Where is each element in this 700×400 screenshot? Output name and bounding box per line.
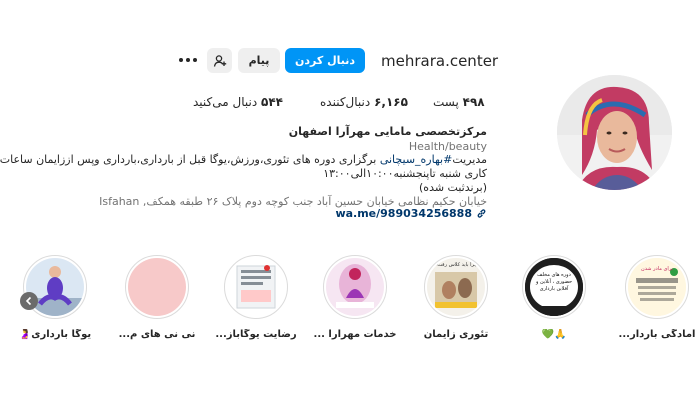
highlight-ring: دوره های مخلف حضوری ، آنلاین و آفلاین با… (522, 255, 586, 319)
profile-avatar[interactable] (557, 75, 672, 190)
posts-stat: ۴۹۸ پست (433, 95, 485, 109)
highlight-item[interactable]: رضایت یوگاباز... (211, 255, 301, 340)
highlight-item[interactable]: نی نی های م... (112, 255, 202, 340)
profile-category: Health/beauty (408, 140, 487, 153)
following-stat[interactable]: ۵۴۴ دنبال می‌کنید (193, 95, 283, 109)
dot-icon (179, 58, 183, 62)
follow-button[interactable]: دنبال کردن (285, 48, 365, 73)
highlight-cover-image (227, 258, 285, 316)
scroll-left-button[interactable] (20, 292, 38, 310)
followers-stat[interactable]: ۶,۱۶۵ دنبال‌کننده (320, 95, 408, 109)
highlight-cover (326, 258, 384, 316)
website-link[interactable]: wa.me/989034256888 (335, 207, 487, 220)
highlight-label: رضایت یوگاباز... (215, 329, 297, 340)
bio-text: برگزاری دوره های تئوری،ورزش،یوگا قبل از … (0, 153, 380, 166)
bio-line-3: (برندثبت شده) (419, 181, 487, 194)
highlight-cover-title: برای مادر شدن (641, 266, 673, 272)
suggested-users-button[interactable] (207, 48, 232, 73)
highlight-ring (23, 255, 87, 319)
highlight-item[interactable]: برای مادر شدن آمادگی باردار... (612, 255, 700, 340)
bio-line-2: کاری شنبه تاپنجشنبه۱۰:۰۰الی۱۳:۰۰ (323, 167, 487, 180)
dot-icon (193, 58, 197, 62)
highlight-cover-text: دوره های مخلف حضوری ، آنلاین و آفلاین با… (535, 272, 573, 292)
highlight-ring (125, 255, 189, 319)
highlight-ring: برای مادر شدن (625, 255, 689, 319)
highlight-label: نی نی های م... (118, 329, 196, 340)
dot-icon (186, 58, 190, 62)
posts-count: ۴۹۸ (462, 95, 485, 109)
username: mehrara.center (381, 52, 499, 70)
highlight-label: 🙏💚 (541, 329, 567, 340)
hashtag-link[interactable]: #بهاره_سیچانی (380, 153, 453, 166)
highlight-cover-image (326, 258, 384, 316)
website-text: wa.me/989034256888 (335, 207, 472, 220)
message-button[interactable]: پیام (238, 48, 280, 73)
highlight-cover (128, 258, 186, 316)
bio-line-1: مدیریت#بهاره_سیچانی برگزاری دوره های تئو… (0, 153, 487, 166)
highlight-cover: برای مادر شدن (628, 258, 686, 316)
highlight-item[interactable]: دوره های مخلف حضوری ، آنلاین و آفلاین با… (509, 255, 599, 340)
following-label: دنبال می‌کنید (193, 95, 258, 109)
highlight-label: تئوری زایمان (423, 329, 489, 340)
highlight-label: یوگا بارداری🤰 (18, 329, 92, 340)
posts-label: پست (433, 95, 459, 109)
following-count: ۵۴۴ (261, 95, 283, 109)
highlight-ring: چرا باید کلاس رفت؟ (424, 255, 488, 319)
highlight-ring (224, 255, 288, 319)
highlight-item[interactable]: چرا باید کلاس رفت؟ تئوری زایمان (411, 255, 501, 340)
more-options-button[interactable] (177, 53, 199, 67)
followers-label: دنبال‌کننده (320, 95, 371, 109)
bio-text: مدیریت (452, 153, 487, 166)
highlight-cover: چرا باید کلاس رفت؟ (427, 258, 485, 316)
highlight-ring (323, 255, 387, 319)
profile-full-name: مرکزتخصصی مامایی مهرآرا اصفهان (288, 125, 487, 138)
highlight-label: آمادگی باردار... (618, 329, 696, 340)
link-icon (477, 209, 486, 218)
profile-photo (557, 75, 672, 190)
highlight-label: خدمات مهرآرا ... (313, 329, 397, 340)
chevron-left-icon (25, 296, 32, 306)
followers-count: ۶,۱۶۵ (374, 95, 408, 109)
add-person-icon (213, 54, 226, 67)
highlight-cover (227, 258, 285, 316)
highlight-item[interactable]: خدمات مهرآرا ... (310, 255, 400, 340)
highlight-cover-title: چرا باید کلاس رفت؟ (434, 262, 478, 268)
highlight-cover: دوره های مخلف حضوری ، آنلاین و آفلاین با… (525, 258, 583, 316)
